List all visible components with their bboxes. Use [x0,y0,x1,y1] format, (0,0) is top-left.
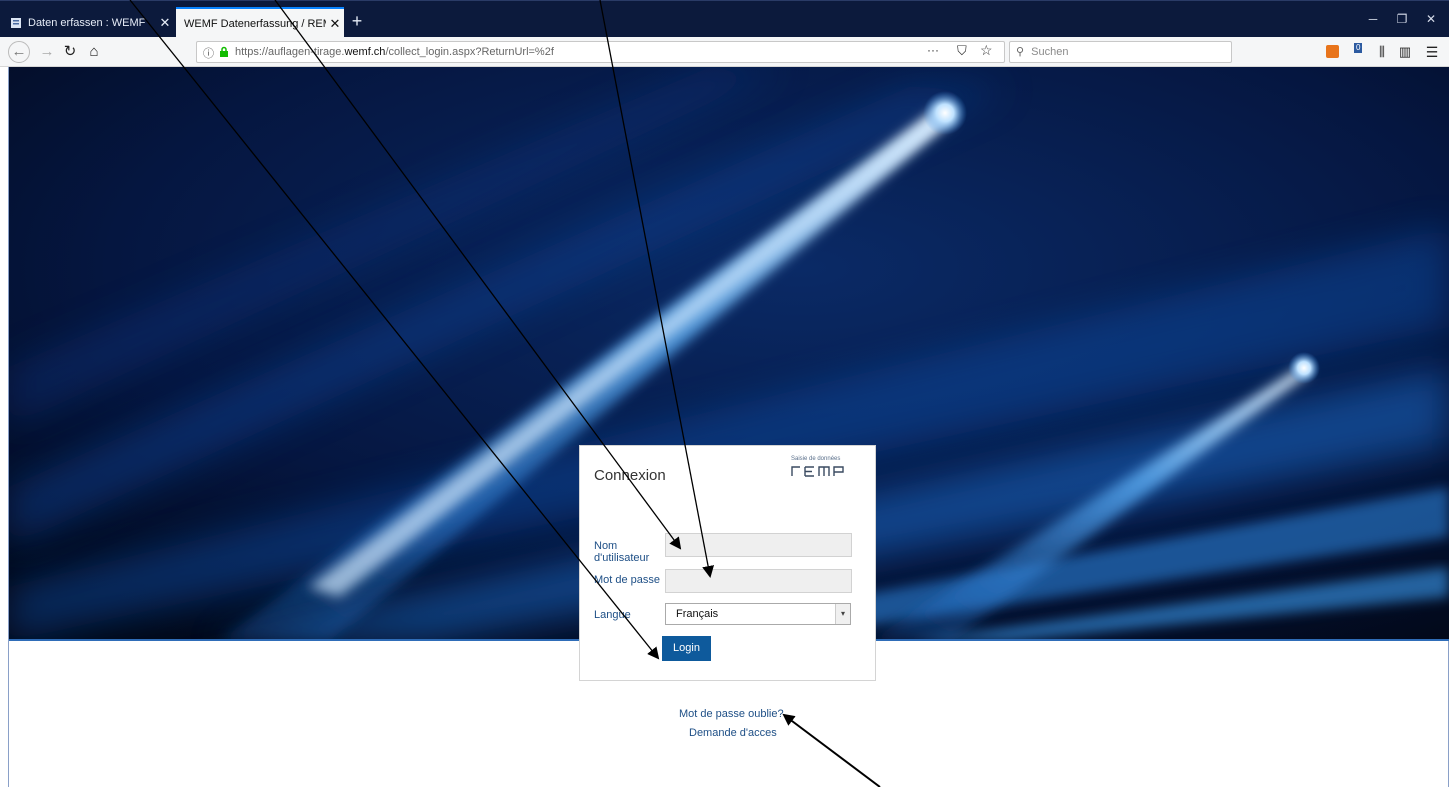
annotation-arrow-username [274,0,682,550]
annotation-arrow-forgot-password [782,713,881,787]
annotation-arrow-login [129,0,660,660]
annotation-arrow-password [599,0,715,578]
annotation-arrows-overlay [129,0,881,787]
